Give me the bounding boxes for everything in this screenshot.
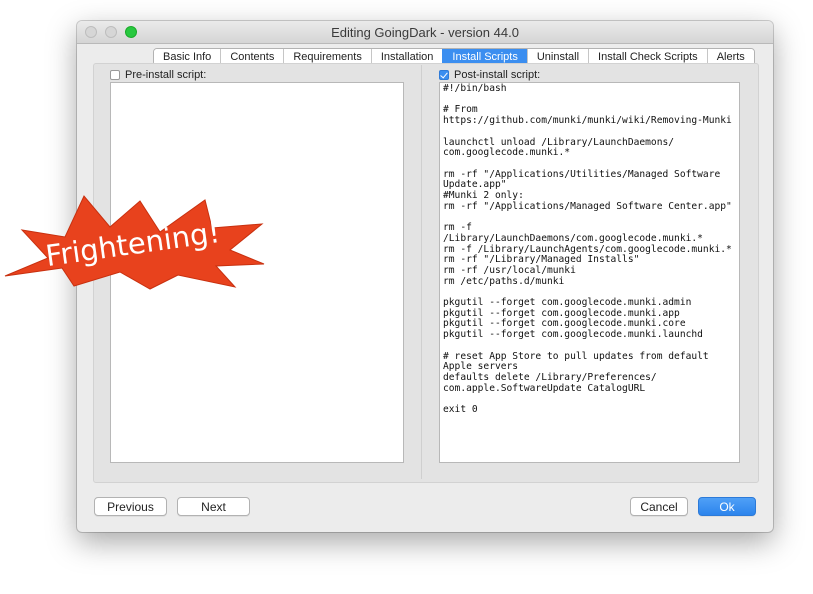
post-install-checkbox[interactable] [439, 70, 449, 80]
frightening-burst-badge: Frightening! [4, 195, 265, 290]
post-install-script-editor[interactable]: #!/bin/bash # From https://github.com/mu… [439, 82, 740, 463]
window-title: Editing GoingDark - version 44.0 [331, 25, 519, 40]
previous-button[interactable]: Previous [94, 497, 167, 516]
panel-divider [421, 65, 422, 479]
post-install-script-text: #!/bin/bash # From https://github.com/mu… [443, 83, 732, 416]
next-button[interactable]: Next [177, 497, 250, 516]
pre-install-toggle[interactable]: Pre-install script: [110, 69, 206, 81]
pre-install-checkbox[interactable] [110, 70, 120, 80]
post-install-label: Post-install script: [454, 69, 541, 81]
pre-install-label: Pre-install script: [125, 69, 207, 81]
title-bar: Editing GoingDark - version 44.0 [77, 21, 773, 44]
post-install-toggle[interactable]: Post-install script: [439, 69, 540, 81]
cancel-button[interactable]: Cancel [630, 497, 688, 516]
ok-button[interactable]: Ok [698, 497, 756, 516]
pre-install-script-text [111, 83, 403, 85]
